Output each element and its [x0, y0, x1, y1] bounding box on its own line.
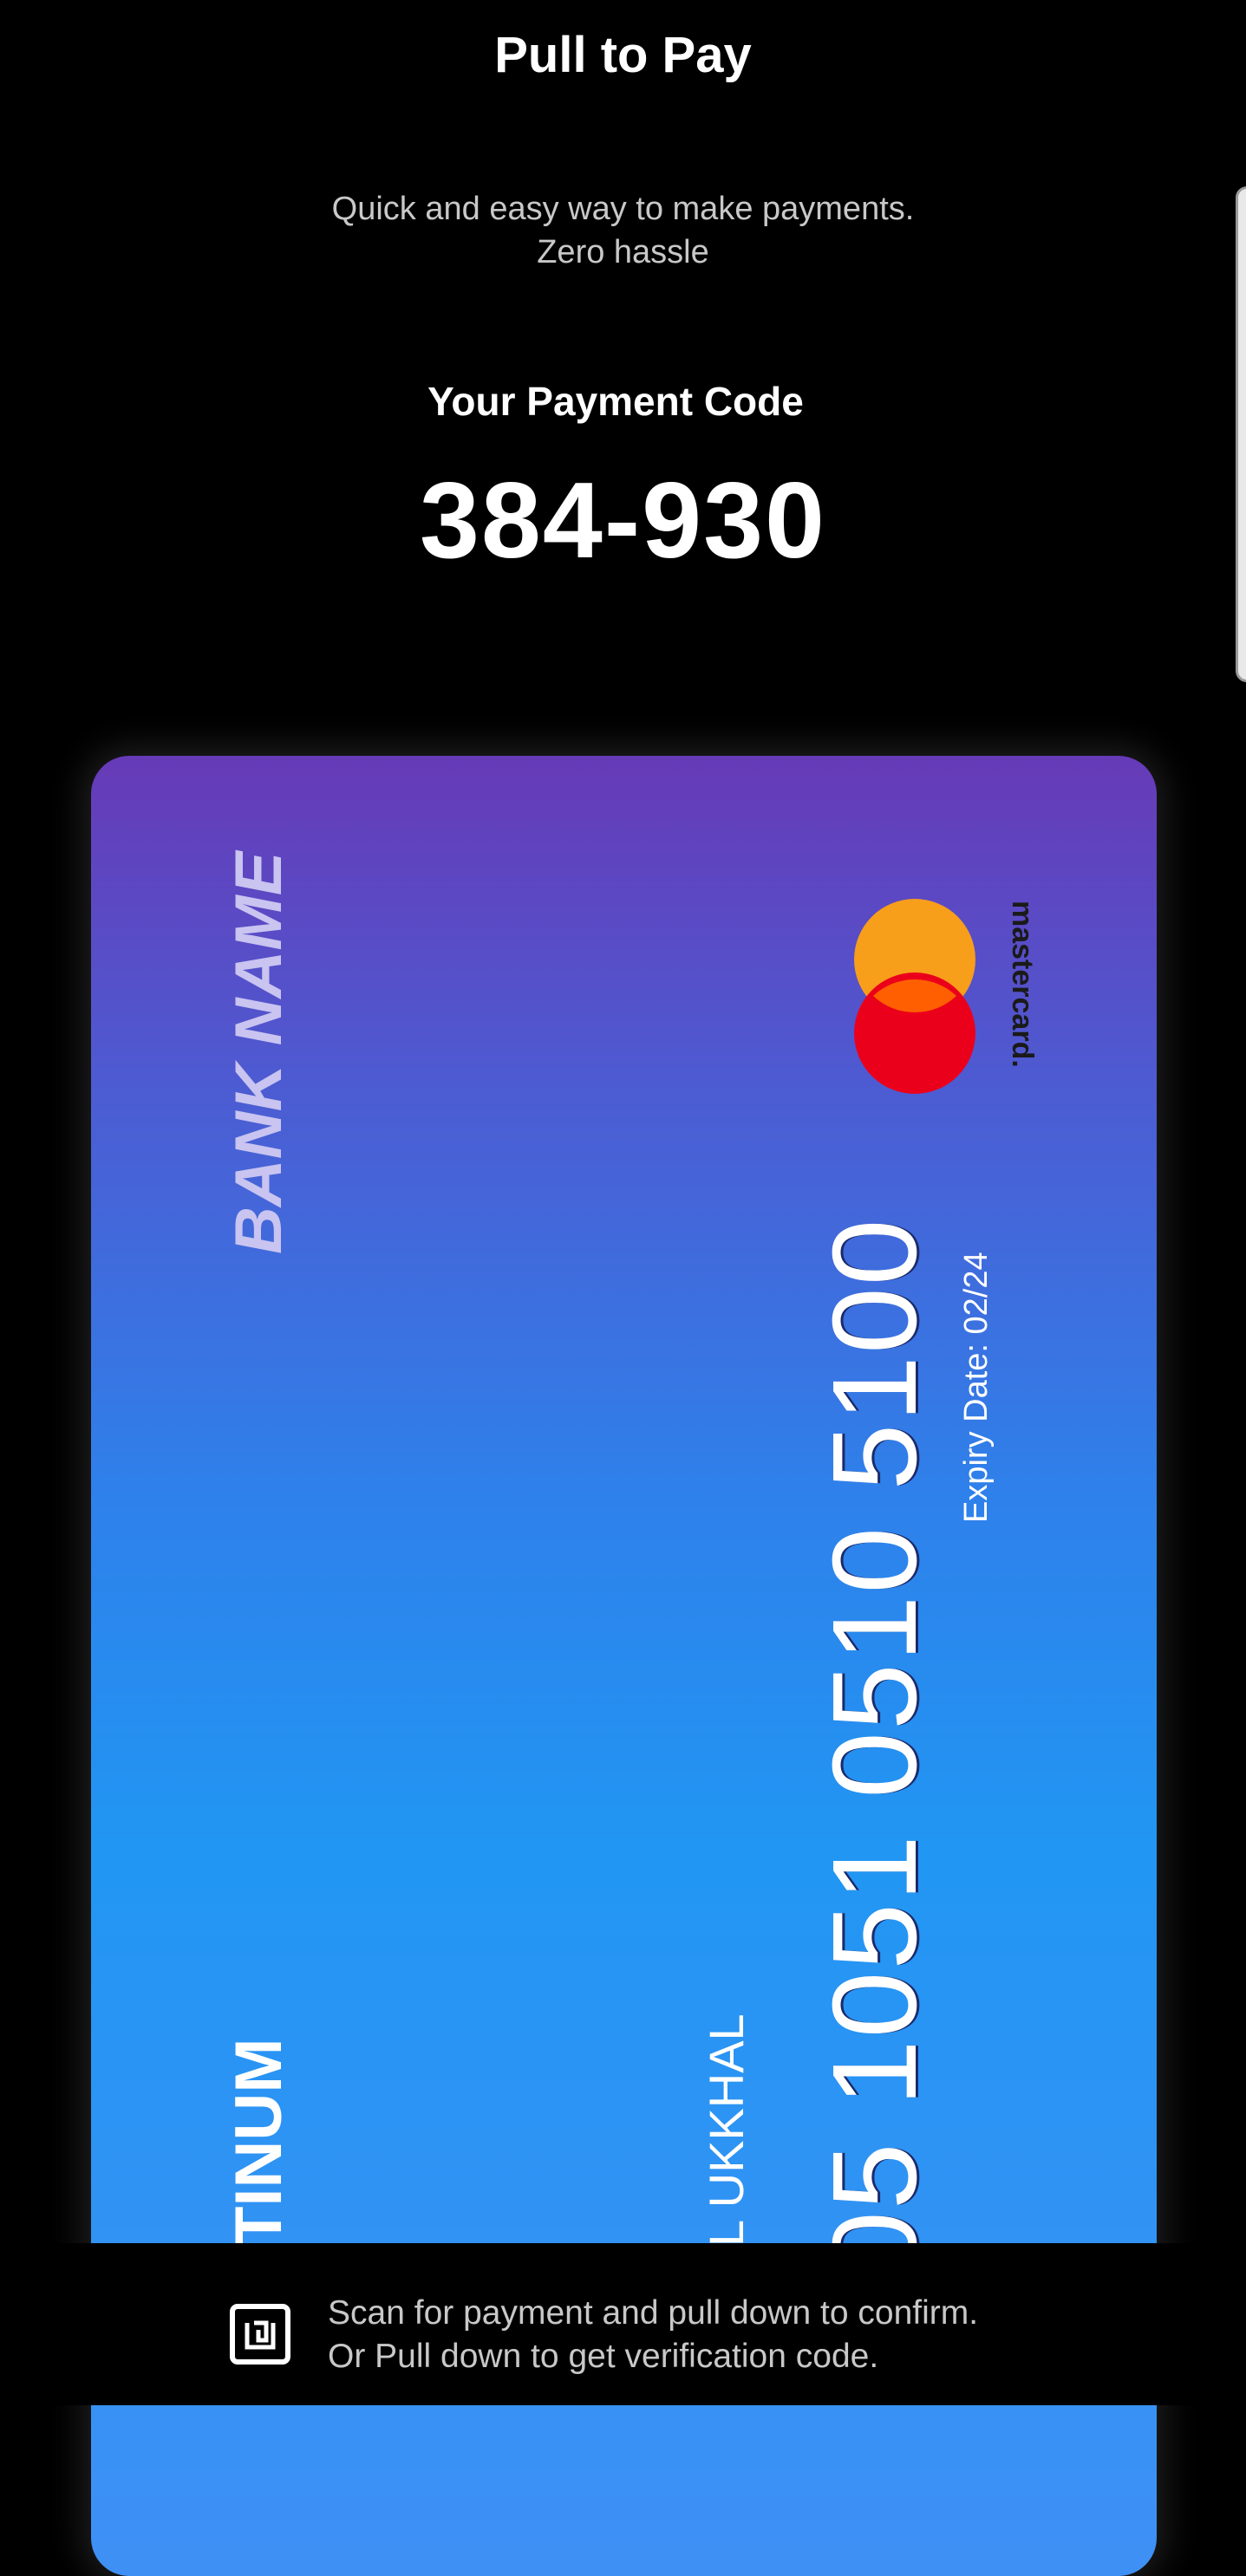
hint-line-2: Or Pull down to get verification code. — [328, 2338, 879, 2375]
payment-hint: Scan for payment and pull down to confir… — [328, 2292, 978, 2378]
bottom-hint-bar: Scan for payment and pull down to confir… — [0, 2243, 1246, 2405]
subtitle-line-2: Zero hassle — [537, 234, 709, 270]
nfc-icon — [230, 2304, 290, 2365]
mastercard-wordmark: mastercard. — [1006, 901, 1036, 1068]
side-scroll-handle[interactable] — [1236, 186, 1246, 682]
bank-name: BANK NAME — [222, 851, 296, 1254]
page-title: Pull to Pay — [494, 27, 752, 83]
card-number: 05 1051 0510 5100 — [808, 1217, 942, 2278]
page-subtitle: Quick and easy way to make payments. Zer… — [0, 187, 1246, 274]
card-expiry: Expiry Date: 02/24 — [958, 1252, 995, 1523]
hint-line-1: Scan for payment and pull down to confir… — [328, 2294, 979, 2332]
payment-code-label: Your Payment Code — [427, 379, 804, 424]
payment-code-value: 384-930 — [419, 461, 827, 581]
card-holder-name: L UKKHAL — [699, 2013, 753, 2247]
mastercard-logo-icon: mastercard. — [854, 899, 1036, 1094]
card-tier: TINUM — [222, 2038, 296, 2247]
subtitle-line-1: Quick and easy way to make payments. — [331, 191, 915, 227]
